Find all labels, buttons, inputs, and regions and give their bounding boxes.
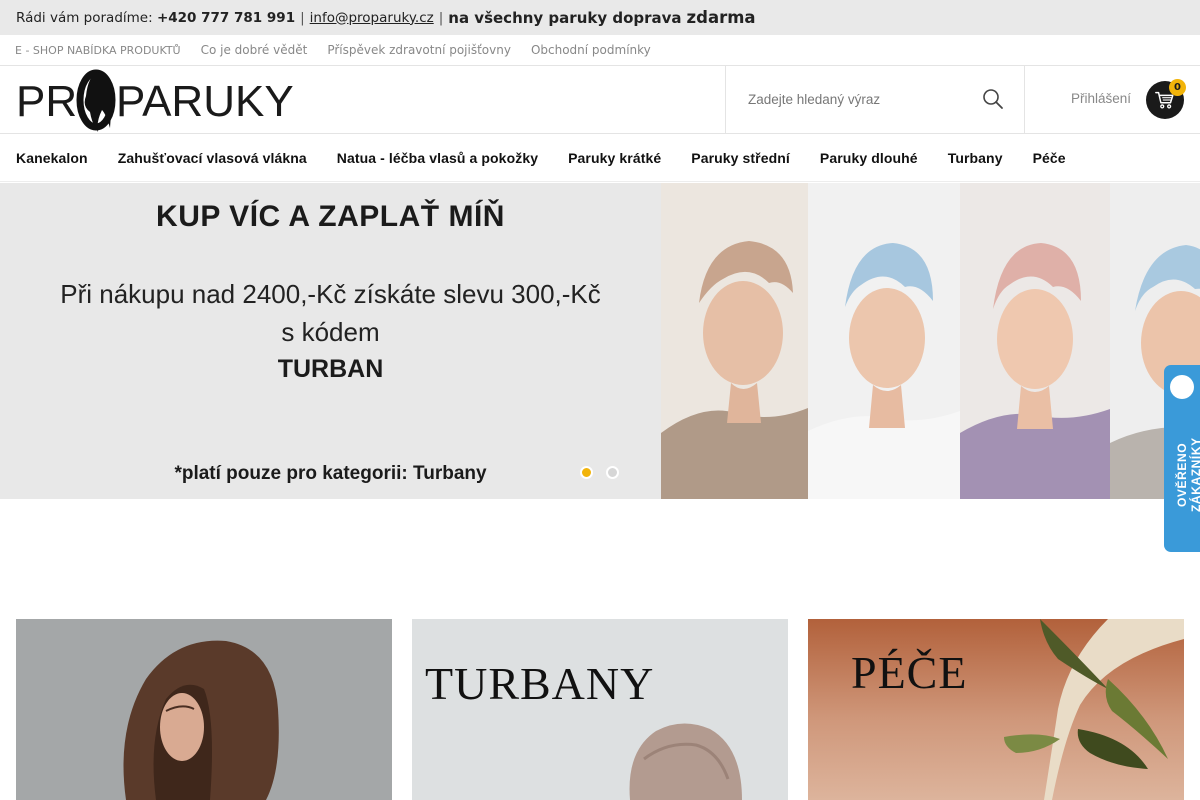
contact-phone[interactable]: +420 777 781 991 [157, 10, 295, 26]
top-info-bar: Rádi vám poradíme: +420 777 781 991 | in… [0, 0, 1200, 35]
verified-by-customers-badge[interactable]: OVĚŘENO ZÁKAZNÍKY [1164, 365, 1200, 552]
nav-item-hair-fibers[interactable]: Zahušťovací vlasová vlákna [118, 150, 307, 166]
proparuky-logo[interactable]: PR PARUKY [16, 66, 316, 134]
nav-item-short-wigs[interactable]: Paruky krátké [568, 150, 661, 166]
submenu-item-insurance[interactable]: Příspěvek zdravotní pojišťovny [327, 43, 511, 57]
banner-offer-text: Při nákupu nad 2400,-Kč získáte slevu 30… [60, 279, 601, 309]
banner-code-intro: s kódem [281, 317, 380, 347]
promo-banner[interactable]: KUP VÍC A ZAPLAŤ MÍŇ Při nákupu nad 2400… [0, 183, 1200, 499]
nav-item-natua[interactable]: Natua - léčba vlasů a pokožky [337, 150, 538, 166]
logo-text-right: PARUKY [116, 77, 294, 126]
nav-item-long-wigs[interactable]: Paruky dlouhé [820, 150, 918, 166]
search-input[interactable] [748, 92, 968, 107]
contact-email-link[interactable]: info@proparuky.cz [310, 10, 434, 26]
separator: | [300, 9, 305, 26]
banner-discount-code: TURBAN [277, 355, 384, 383]
nav-item-medium-wigs[interactable]: Paruky střední [691, 150, 790, 166]
main-navigation: Kanekalon Zahušťovací vlasová vlákna Nat… [0, 134, 1200, 182]
separator: | [438, 9, 444, 26]
wig-model-image [16, 619, 392, 800]
slider-dot-1[interactable] [580, 466, 593, 479]
category-tile-title: PÉČE [851, 647, 968, 698]
site-header: PR PARUKY Přihlášení 0 [0, 66, 1200, 134]
banner-text-area: KUP VÍC A ZAPLAŤ MÍŇ Při nákupu nad 2400… [0, 183, 661, 499]
banner-model-photos [661, 183, 1200, 499]
free-shipping-text: na všechny paruky doprava [448, 8, 682, 27]
free-shipping-highlight: zdarma [686, 8, 756, 27]
login-link[interactable]: Přihlášení [1071, 91, 1131, 106]
contact-intro: Rádi vám poradíme: [16, 9, 153, 26]
nav-item-turbans[interactable]: Turbany [948, 150, 1003, 166]
heureka-seal-icon [1170, 375, 1194, 399]
slider-dots [580, 466, 632, 479]
cart-count-badge: 0 [1169, 79, 1186, 96]
banner-note: *platí pouze pro kategorii: Turbany [174, 463, 487, 484]
submenu-item-eshop[interactable]: E - SHOP NABÍDKA PRODUKTŮ [15, 44, 181, 57]
category-tile-care[interactable]: PÉČE [808, 619, 1184, 800]
logo-text-left: PR [16, 77, 77, 126]
category-tile-turbans[interactable]: TURBANY [412, 619, 788, 800]
nav-item-care[interactable]: Péče [1033, 150, 1066, 166]
search-icon[interactable] [982, 88, 1004, 110]
category-tile-wigs[interactable] [16, 619, 392, 800]
search-bar [725, 66, 1025, 133]
cart-button[interactable]: 0 [1146, 79, 1186, 119]
slider-dot-2[interactable] [606, 466, 619, 479]
category-tile-title: TURBANY [425, 658, 655, 709]
banner-headline: KUP VÍC A ZAPLAŤ MÍŇ [156, 200, 505, 233]
submenu-item-terms[interactable]: Obchodní podmínky [531, 43, 651, 57]
nav-item-kanekalon[interactable]: Kanekalon [16, 150, 88, 166]
verified-badge-label: OVĚŘENO ZÁKAZNÍKY [1175, 437, 1200, 512]
secondary-menu: E - SHOP NABÍDKA PRODUKTŮ Co je dobré vě… [0, 35, 1200, 66]
submenu-item-good-to-know[interactable]: Co je dobré vědět [201, 43, 308, 57]
